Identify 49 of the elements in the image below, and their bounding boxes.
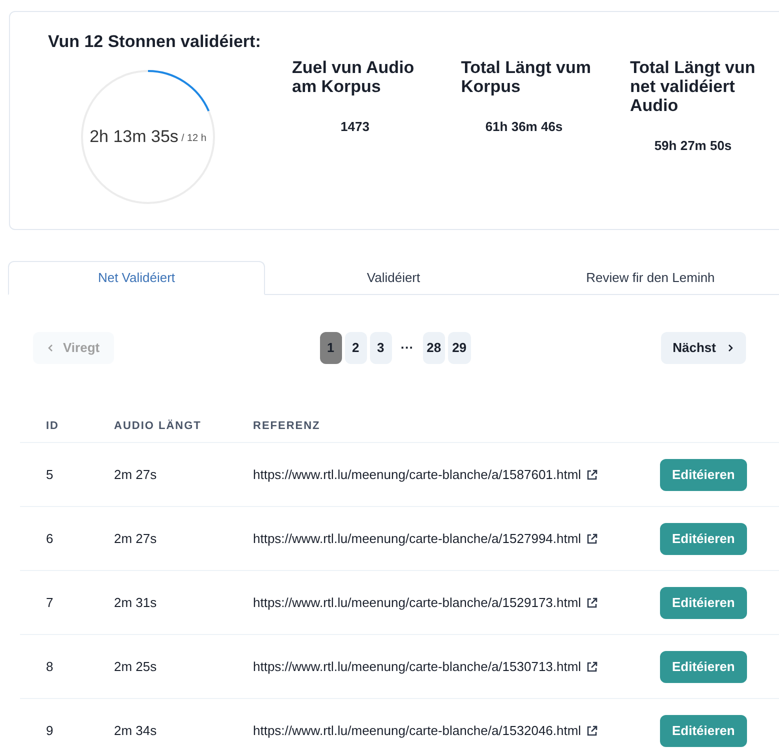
tab[interactable]: Review fir den Leminh: [522, 261, 779, 295]
external-link-icon[interactable]: [586, 532, 598, 544]
next-button[interactable]: Nächst: [660, 332, 746, 364]
table-cell: 5: [46, 466, 54, 482]
external-link-icon[interactable]: [586, 660, 598, 672]
edit-button[interactable]: Editéieren: [660, 458, 747, 490]
page-button[interactable]: 2: [344, 332, 367, 364]
page-button[interactable]: 29: [448, 332, 471, 364]
edit-button[interactable]: Editéieren: [660, 522, 747, 554]
stat-value: 59h 27m 50s: [654, 138, 732, 153]
reference-link[interactable]: https://www.rtl.lu/meenung/carte-blanche/a/1527994.html: [253, 528, 582, 548]
table-cell: 6: [46, 530, 54, 546]
edit-button[interactable]: Editéieren: [660, 650, 747, 682]
chevron-right-icon: [726, 344, 734, 352]
stat-value: 61h 36m 46s: [485, 119, 563, 134]
tab[interactable]: Validéiert: [265, 261, 522, 295]
table-cell: 8: [46, 658, 54, 674]
reference-link[interactable]: https://www.rtl.lu/meenung/carte-blanche/a/1530713.html: [253, 656, 582, 676]
tab[interactable]: Net Validéiert: [8, 261, 266, 295]
stat-label: Total Längt vum Korpus: [461, 58, 592, 96]
page-button[interactable]: 28: [422, 332, 446, 364]
chevron-left-icon: [47, 344, 55, 352]
table-cell: 9: [46, 722, 54, 738]
external-link-icon[interactable]: [586, 724, 598, 736]
table-cell: 2m 31s: [114, 594, 157, 610]
progress-title: Vun 12 Stonnen validéiert:: [48, 31, 262, 53]
reference-link[interactable]: https://www.rtl.lu/meenung/carte-blanche/a/1587601.html: [253, 464, 582, 484]
progress-total: / 12 h: [181, 132, 206, 146]
external-link-icon[interactable]: [586, 596, 598, 608]
ellipsis: ···: [400, 339, 415, 358]
reference-link[interactable]: https://www.rtl.lu/meenung/carte-blanche/a/1532046.html: [253, 720, 582, 740]
edit-button[interactable]: Editéieren: [660, 586, 747, 618]
page-button[interactable]: 3: [370, 332, 392, 364]
table-cell: 2m 27s: [114, 466, 157, 482]
column-header: ID: [46, 420, 59, 432]
table-cell: 2m 25s: [114, 658, 157, 674]
stat-value: 1473: [340, 119, 370, 134]
page-button[interactable]: 1: [320, 332, 342, 364]
column-header: REFERENZ: [253, 420, 320, 432]
column-header: AUDIO LÄNGT: [114, 420, 202, 432]
external-link-icon[interactable]: [586, 468, 598, 480]
progress-value: 2h 13m 35s: [90, 126, 178, 148]
table-cell: 7: [46, 594, 54, 610]
stat-label: Total Längt vun net validéiert Audio: [630, 58, 756, 115]
stat-label: Zuel vun Audio am Korpus: [292, 58, 416, 96]
table-cell: 2m 34s: [114, 722, 157, 738]
reference-link[interactable]: https://www.rtl.lu/meenung/carte-blanche/a/1529173.html: [253, 592, 582, 612]
edit-button[interactable]: Editéieren: [660, 714, 747, 746]
table-cell: 2m 27s: [114, 530, 157, 546]
